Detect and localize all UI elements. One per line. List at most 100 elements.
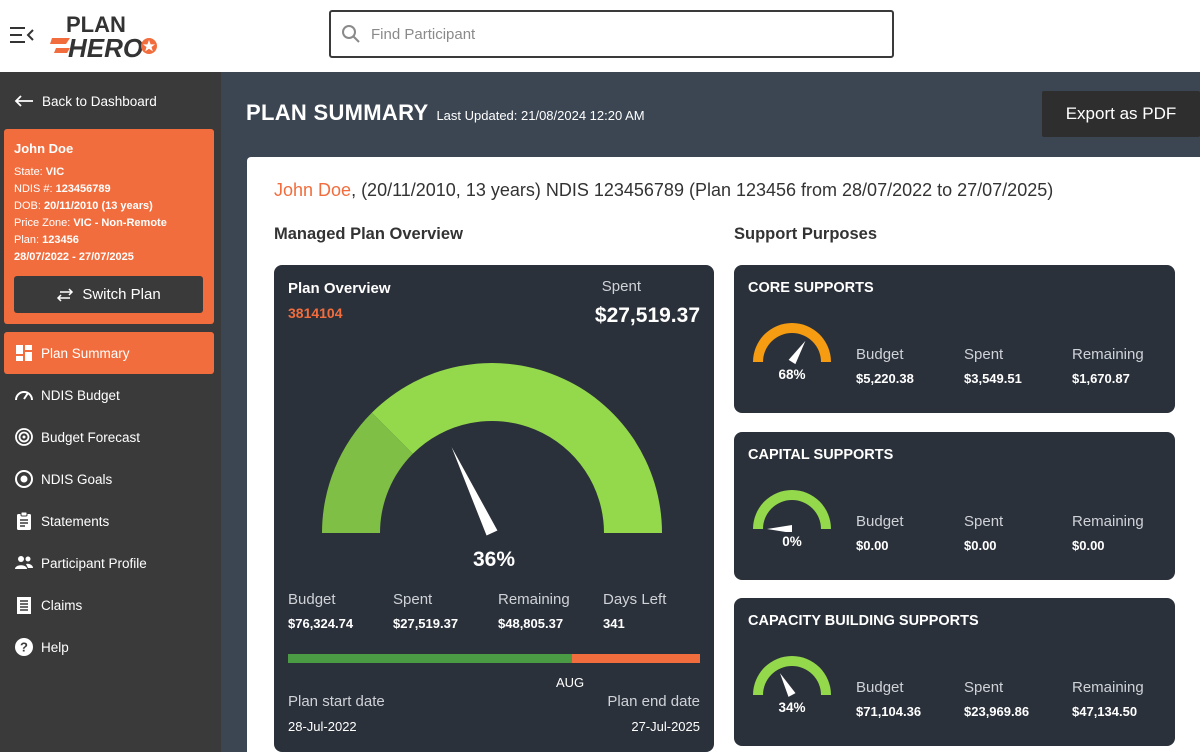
gauge-needle bbox=[451, 447, 498, 536]
last-updated: Last Updated: 21/08/2024 12:20 AM bbox=[436, 108, 645, 123]
clipboard-icon bbox=[17, 511, 31, 530]
stat-budget: Budget $76,324.74 bbox=[288, 591, 354, 631]
support-spent: Spent $3,549.51 bbox=[964, 346, 1022, 386]
support-spent: Spent $23,969.86 bbox=[964, 679, 1030, 719]
support-percent: 68% bbox=[778, 367, 806, 382]
sidebar-item-label: Help bbox=[41, 639, 69, 655]
arrow-left-icon bbox=[14, 95, 33, 107]
plan-timeline-fill bbox=[288, 654, 573, 663]
plan-overview-id: 3814104 bbox=[288, 305, 343, 321]
sidebar-item-label: Budget Forecast bbox=[41, 429, 141, 445]
plan-summary-line: John Doe, (20/11/2010, 13 years) NDIS 12… bbox=[274, 180, 1053, 201]
plan-details: , (20/11/2010, 13 years) NDIS 123456789 … bbox=[351, 180, 1054, 200]
search-icon bbox=[342, 25, 360, 43]
spent-total: $27,519.37 bbox=[594, 304, 700, 327]
overview-stats: Budget $76,324.74 Spent $27,519.37 Remaini… bbox=[288, 591, 708, 631]
export-pdf-button[interactable]: Export as PDF bbox=[1042, 91, 1200, 137]
participant-name: John Doe bbox=[14, 141, 74, 156]
sidebar-item-claims[interactable]: Claims bbox=[4, 584, 214, 626]
overview-percent: 36% bbox=[472, 548, 516, 571]
logo-hero-text: HERO bbox=[68, 33, 143, 63]
sidebar-item-statements[interactable]: Statements bbox=[4, 500, 214, 542]
menu-toggle-icon[interactable] bbox=[10, 24, 34, 46]
switch-plan-label: Switch Plan bbox=[82, 286, 161, 303]
content-panel: John Doe, (20/11/2010, 13 years) NDIS 12… bbox=[247, 157, 1200, 752]
support-gauge bbox=[753, 490, 831, 532]
plan-hero-logo[interactable]: PLAN HERO bbox=[50, 8, 165, 64]
overview-section-title: Managed Plan Overview bbox=[274, 225, 463, 243]
sidebar-item-label: Statements bbox=[41, 513, 110, 529]
help-icon: ? bbox=[15, 638, 33, 656]
core-supports-card[interactable]: CORE SUPPORTS 68% Budget $5,220.38 Spent $… bbox=[734, 265, 1175, 413]
support-title: CORE SUPPORTS bbox=[748, 280, 874, 296]
plan-end-date: 27-Jul-2025 bbox=[631, 719, 700, 734]
capital-supports-card[interactable]: CAPITAL SUPPORTS 0% Budget $0.00 Spent $0.… bbox=[734, 432, 1175, 580]
support-title: CAPACITY BUILDING SUPPORTS bbox=[748, 613, 979, 629]
stat-remaining: Remaining $48,805.37 bbox=[498, 591, 570, 631]
back-to-dashboard-link[interactable]: Back to Dashboard bbox=[14, 90, 157, 112]
spent-label: Spent bbox=[601, 278, 641, 295]
plan-start-label: Plan start date bbox=[288, 693, 385, 710]
plan-end-label: Plan end date bbox=[607, 693, 700, 710]
participant-plan-dates: 28/07/2022 - 27/07/2025 bbox=[14, 251, 134, 263]
target-icon bbox=[15, 428, 33, 446]
current-month-marker: AUG bbox=[556, 675, 585, 690]
search-input[interactable] bbox=[371, 12, 886, 56]
sidebar-item-participant-profile[interactable]: Participant Profile bbox=[4, 542, 214, 584]
people-icon bbox=[15, 556, 33, 569]
stat-days-left: Days Left 341 bbox=[603, 591, 667, 631]
sidebar-item-ndis-budget[interactable]: NDIS Budget bbox=[4, 374, 214, 416]
participant-ndis: NDIS #: 123456789 bbox=[14, 183, 111, 195]
sidebar-item-label: Claims bbox=[41, 597, 83, 613]
plan-overview-card: Plan Overview 3814104 Spent $27,519.37 3… bbox=[274, 265, 714, 752]
overview-gauge bbox=[322, 363, 662, 536]
participant-price-zone: Price Zone: VIC - Non-Remote bbox=[14, 217, 167, 229]
support-remaining: Remaining $1,670.87 bbox=[1072, 346, 1144, 386]
page-header: PLAN SUMMARY Last Updated: 21/08/2024 12… bbox=[246, 100, 645, 130]
goal-circle-icon bbox=[15, 470, 33, 488]
capacity-building-supports-card[interactable]: CAPACITY BUILDING SUPPORTS 34% Budget $71… bbox=[734, 598, 1175, 746]
back-label: Back to Dashboard bbox=[42, 93, 157, 109]
top-bar: PLAN HERO bbox=[0, 0, 1200, 72]
plan-overview-title: Plan Overview bbox=[288, 280, 391, 297]
sidebar-item-label: NDIS Goals bbox=[41, 471, 113, 487]
support-percent: 0% bbox=[782, 534, 802, 549]
swap-icon bbox=[57, 287, 74, 302]
sidebar-item-label: Plan Summary bbox=[41, 345, 130, 361]
sidebar-item-ndis-goals[interactable]: NDIS Goals bbox=[4, 458, 214, 500]
support-budget: Budget $5,220.38 bbox=[856, 346, 914, 386]
sidebar: Back to Dashboard John Doe State: VIC ND… bbox=[0, 72, 221, 752]
search-box[interactable] bbox=[329, 10, 894, 58]
plan-participant-name[interactable]: John Doe bbox=[274, 180, 351, 200]
speedometer-icon bbox=[15, 391, 33, 401]
support-remaining: Remaining $0.00 bbox=[1072, 513, 1144, 553]
participant-plan: Plan: 123456 bbox=[14, 234, 79, 246]
page-title: PLAN SUMMARY bbox=[246, 100, 429, 125]
participant-card: John Doe State: VIC NDIS #: 123456789 DO… bbox=[4, 129, 214, 324]
gauge-needle bbox=[779, 673, 796, 697]
dashboard-icon bbox=[16, 345, 32, 361]
support-budget: Budget $0.00 bbox=[856, 513, 904, 553]
sidebar-item-label: NDIS Budget bbox=[41, 387, 120, 403]
support-budget: Budget $71,104.36 bbox=[856, 679, 922, 719]
participant-dob: DOB: 20/11/2010 (13 years) bbox=[14, 200, 153, 212]
svg-text:?: ? bbox=[20, 640, 28, 655]
gauge-segment-remaining bbox=[371, 363, 662, 533]
sidebar-item-plan-summary[interactable]: Plan Summary bbox=[4, 332, 214, 374]
stat-spent: Spent $27,519.37 bbox=[393, 591, 459, 631]
gauge-needle bbox=[788, 340, 806, 365]
plan-timeline-bar bbox=[288, 654, 700, 663]
support-title: CAPITAL SUPPORTS bbox=[748, 447, 894, 463]
sidebar-item-label: Participant Profile bbox=[41, 555, 147, 571]
support-percent: 34% bbox=[778, 700, 806, 715]
plan-start-date: 28-Jul-2022 bbox=[288, 719, 357, 734]
sidebar-item-budget-forecast[interactable]: Budget Forecast bbox=[4, 416, 214, 458]
list-icon bbox=[17, 597, 31, 614]
support-gauge bbox=[753, 323, 831, 365]
support-remaining: Remaining $47,134.50 bbox=[1072, 679, 1144, 719]
support-spent: Spent $0.00 bbox=[964, 513, 1004, 553]
participant-state: State: VIC bbox=[14, 166, 65, 178]
sidebar-item-help[interactable]: ? Help bbox=[4, 626, 214, 668]
switch-plan-button[interactable]: Switch Plan bbox=[14, 276, 203, 313]
support-gauge bbox=[753, 656, 831, 697]
